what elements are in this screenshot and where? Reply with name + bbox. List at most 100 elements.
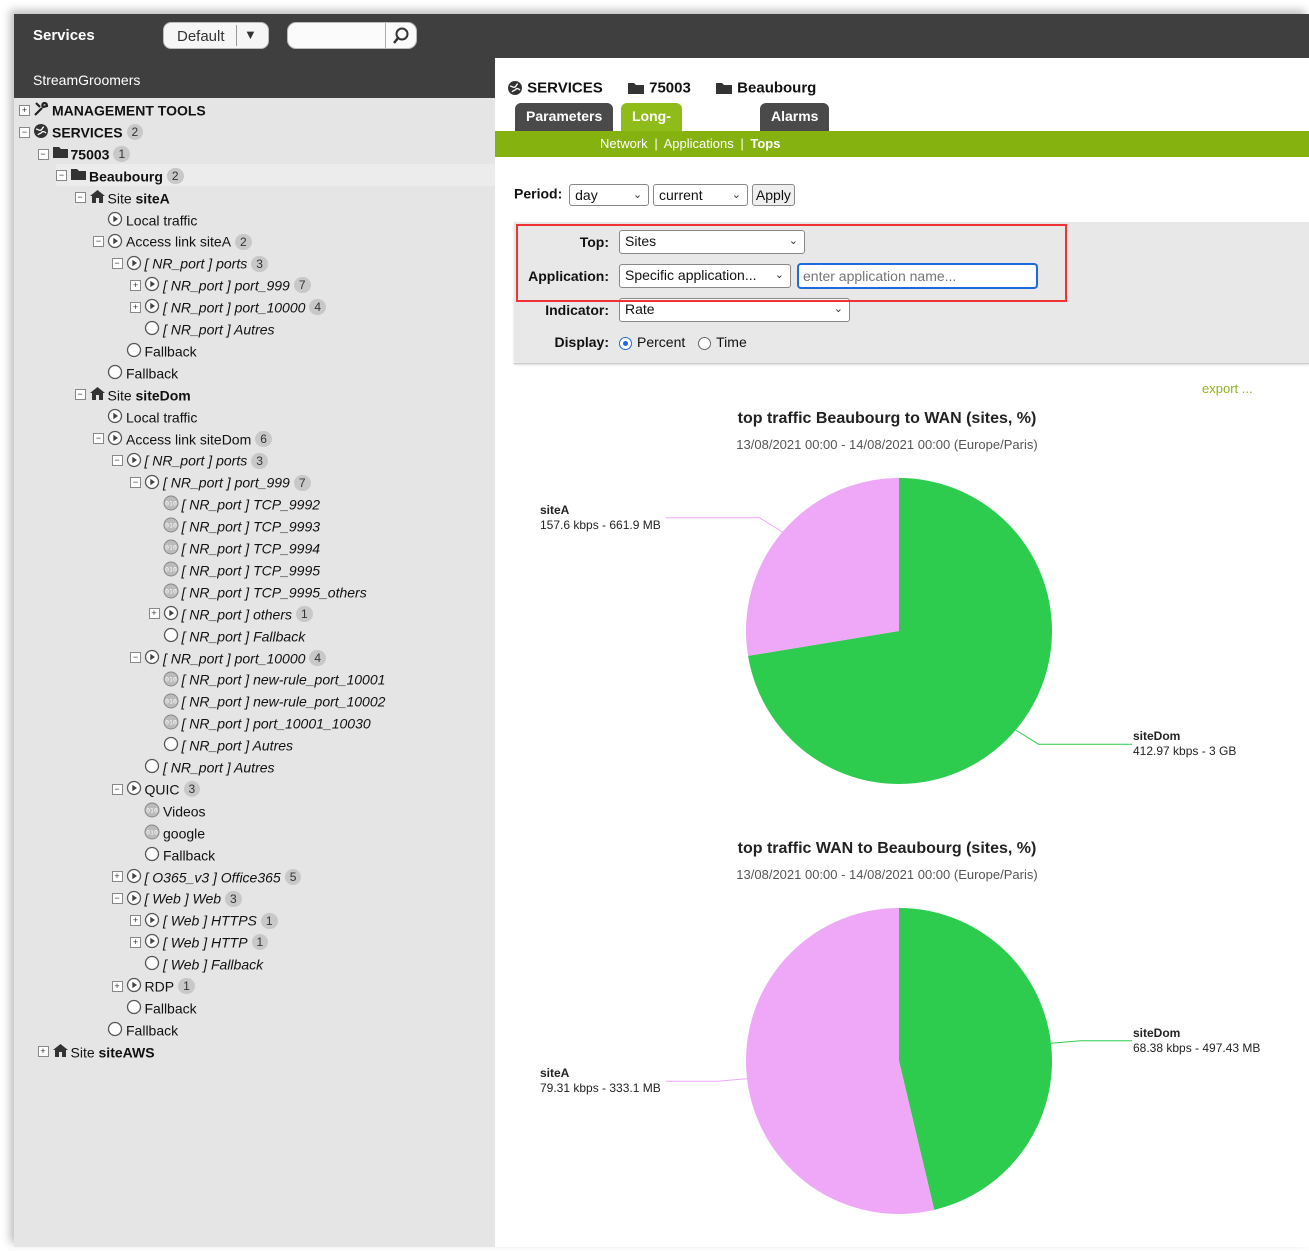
tree-item[interactable]: + [ Web ] HTTP 1 [130, 930, 269, 952]
tree-item[interactable]: − [ NR_port ] ports 3 [111, 251, 268, 273]
chevron-down-icon[interactable]: ▼ [244, 27, 257, 42]
tree-item[interactable]: Fallback [130, 843, 215, 865]
tree-item[interactable]: − [ Web ] Web 3 [111, 886, 242, 908]
pie-chart [666, 478, 1132, 784]
export-link[interactable]: export ... [1202, 381, 1253, 396]
tree-item[interactable]: 010 [ NR_port ] TCP_9995 [149, 558, 320, 580]
tree-item[interactable]: − [ NR_port ] port_999 7 [130, 470, 311, 492]
display-time-radio[interactable] [698, 336, 712, 350]
collapse-icon[interactable]: − [130, 652, 141, 664]
tree-item[interactable]: − QUIC 3 [111, 777, 201, 799]
tree-item[interactable]: − Access link siteDom 6 [93, 427, 272, 449]
period-when-select[interactable]: current ⌄ [653, 184, 749, 206]
expand-icon[interactable]: + [19, 104, 30, 116]
tree-item[interactable]: 010 [ NR_port ] new-rule_port_10001 [149, 667, 385, 689]
collapse-icon[interactable]: − [56, 170, 67, 182]
tree-item[interactable]: + [ NR_port ] port_10000 4 [130, 295, 327, 317]
top-select[interactable]: Sites ⌄ [619, 230, 805, 254]
application-name-input[interactable] [797, 263, 1038, 289]
tree-item[interactable]: + [ NR_port ] others 1 [148, 602, 313, 624]
collapse-icon[interactable]: − [130, 477, 141, 489]
indicator-select[interactable]: Rate ⌄ [619, 298, 850, 322]
expand-icon[interactable]: + [130, 936, 141, 948]
tree-item[interactable]: 010 Videos [130, 799, 206, 821]
tree-item[interactable]: [ NR_port ] Fallback [149, 624, 305, 646]
apply-button[interactable]: Apply [751, 184, 795, 206]
tree-item[interactable]: − [ NR_port ] ports 3 [111, 448, 268, 470]
expand-icon[interactable]: + [37, 1046, 49, 1058]
tree-item[interactable]: Fallback [93, 361, 178, 383]
tree-item[interactable]: − SERVICES 2 [19, 120, 144, 142]
tree-item[interactable]: + Site siteAWS [37, 1040, 155, 1062]
tree-item[interactable]: [ Web ] Fallback [130, 952, 263, 974]
tree-item[interactable]: [ NR_port ] Autres [130, 317, 275, 339]
tree-item[interactable]: Fallback [112, 996, 197, 1018]
application-select[interactable]: Specific application... ⌄ [619, 264, 791, 288]
subnav-tops-link[interactable]: Tops [750, 136, 780, 151]
tree-item[interactable]: Fallback [112, 339, 197, 361]
collapse-icon[interactable]: − [111, 455, 123, 467]
breadcrumb-beaubourg[interactable]: Beaubourg [715, 79, 816, 97]
collapse-icon[interactable]: − [111, 258, 123, 270]
collapse-icon[interactable]: − [93, 433, 104, 445]
expand-icon[interactable]: + [111, 871, 123, 883]
tree-item[interactable]: + RDP 1 [111, 974, 195, 996]
display-percent-radio[interactable] [619, 336, 632, 350]
tree-item-label: [ NR_port ] port_999 [163, 474, 290, 491]
collapse-icon[interactable]: − [19, 126, 30, 138]
tree-item[interactable]: + MANAGEMENT TOOLS [19, 98, 206, 120]
tree-item[interactable]: Fallback [93, 1018, 178, 1040]
breadcrumb-services[interactable]: SERVICES [507, 79, 603, 97]
tree-item[interactable]: 010 [ NR_port ] new-rule_port_10002 [149, 689, 385, 711]
expand-icon[interactable]: + [130, 301, 141, 313]
collapse-icon[interactable]: − [74, 192, 86, 204]
tree-item[interactable]: 010 [ NR_port ] port_10001_10030 [149, 711, 371, 733]
tree-item[interactable]: 010 [ NR_port ] TCP_9993 [149, 514, 320, 536]
tree-item[interactable]: − 75003 1 [37, 142, 131, 164]
tree-item[interactable]: Local traffic [93, 208, 197, 230]
tree-item[interactable]: + [ NR_port ] port_999 7 [130, 273, 311, 295]
tab-parameters[interactable]: Parameters [515, 103, 614, 131]
expand-icon[interactable]: + [130, 279, 141, 291]
collapse-icon[interactable]: − [74, 389, 86, 401]
expand-icon[interactable]: + [111, 980, 123, 992]
collapse-icon[interactable]: − [37, 148, 49, 160]
tree-item[interactable]: 010 [ NR_port ] TCP_9995_others [149, 580, 367, 602]
expand-icon[interactable]: + [148, 608, 160, 620]
tab-long-term-stats[interactable]: Long-term stats [621, 103, 682, 176]
tree-item[interactable]: − [ NR_port ] port_10000 4 [130, 646, 327, 668]
preset-select[interactable]: Default ▼ [163, 22, 269, 49]
tree-item[interactable]: 010 [ NR_port ] TCP_9994 [149, 536, 320, 558]
tree-item[interactable]: + [ O365_v3 ] Office365 5 [111, 865, 302, 887]
tree-item[interactable]: 010 google [130, 821, 205, 843]
tree-item[interactable]: [ NR_port ] Autres [130, 755, 275, 777]
search-icon[interactable] [391, 26, 411, 46]
tree-item[interactable]: − Access link siteA 2 [93, 229, 252, 251]
count-badge: 1 [178, 978, 195, 995]
svg-text:010: 010 [165, 500, 177, 508]
tree-item[interactable]: 010 [ NR_port ] TCP_9992 [149, 492, 320, 514]
tree-item[interactable]: + [ Web ] HTTPS 1 [130, 908, 278, 930]
tree-item[interactable]: [ NR_port ] Autres [149, 733, 293, 755]
tab-alarms[interactable]: Alarms [760, 103, 830, 131]
tree-item[interactable]: Local traffic [93, 405, 197, 427]
collapse-icon[interactable]: − [111, 893, 123, 905]
pie-slice-siteA[interactable] [746, 478, 899, 656]
collapse-icon[interactable]: − [111, 783, 123, 795]
period-range-select[interactable]: day ⌄ [569, 184, 650, 206]
tree-item-label: Fallback [126, 1022, 179, 1039]
expand-icon[interactable]: + [130, 915, 141, 927]
breadcrumb-75003[interactable]: 75003 [627, 79, 691, 97]
indicator-label: Indicator: [545, 302, 609, 318]
search-input[interactable] [287, 22, 417, 49]
subnav-network-link[interactable]: Network [600, 136, 648, 151]
chevron-down-icon: ⌄ [833, 303, 843, 315]
subnav-applications-link[interactable]: Applications [664, 136, 734, 151]
tree-item[interactable]: − Site siteA [74, 186, 170, 208]
tree-item[interactable]: − Beaubourg 2 [56, 163, 495, 186]
collapse-icon[interactable]: − [93, 236, 104, 248]
tree-item[interactable]: − Site siteDom [74, 383, 191, 405]
